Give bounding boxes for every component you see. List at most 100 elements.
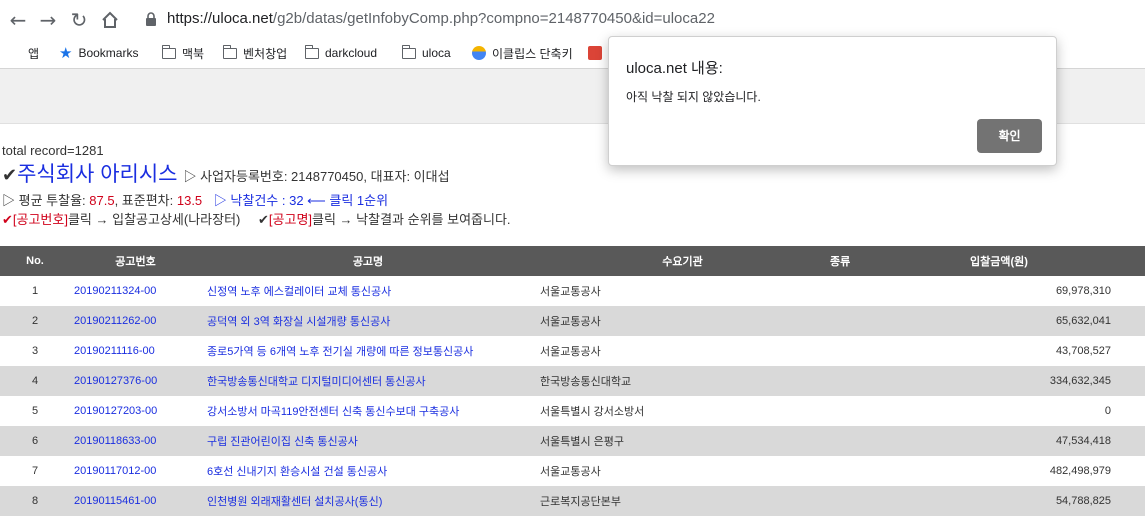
browser-toolbar: ← → ↻ https://uloca.net/g2b/datas/getInf… <box>0 0 1145 40</box>
bookmark-label: 맥북 <box>182 46 205 61</box>
folder-icon <box>304 44 319 59</box>
bookmark-eclipse[interactable]: 이클립스 단축키 <box>472 44 573 62</box>
demand-org: 서울교통공사 <box>540 346 601 358</box>
reload-icon[interactable]: ↻ <box>67 8 91 32</box>
company-name: 주식회사 아리시스 <box>17 163 178 186</box>
col-amount: 입찰금액(원) <box>970 256 1028 268</box>
bid-kind <box>830 426 930 456</box>
table-row: 4 20190127376-00 한국방송통신대학교 디지털미디어센터 통신공사 한국… <box>0 366 1145 396</box>
avg-label: ▷ 평균 투찰율: <box>2 193 90 208</box>
url-path: /g2b/datas/getInfobyComp.php?compno=2148… <box>272 10 715 27</box>
home-icon[interactable] <box>98 8 122 32</box>
bid-kind <box>830 396 930 426</box>
notice-title-link[interactable]: 인천병원 외래재활센터 설치공사(통신) <box>201 486 535 516</box>
site-favicon-icon <box>472 46 486 60</box>
notice-number-link[interactable]: 20190211116-00 <box>70 336 201 366</box>
bookmark-folder-venture[interactable]: 벤처창업 <box>222 44 287 62</box>
notice-number-link[interactable]: 20190127203-00 <box>70 396 201 426</box>
bookmark-red-favicon[interactable] <box>588 44 608 62</box>
demand-org: 서울특별시 강서소방서 <box>540 406 645 418</box>
notice-number-link[interactable]: 20190211262-00 <box>70 306 201 336</box>
row-no: 2 <box>31 315 39 327</box>
demand-org: 서울교통공사 <box>540 466 601 478</box>
bid-kind <box>830 306 930 336</box>
notice-title-link[interactable]: 공덕역 외 3역 화장실 시설개량 통신공사 <box>201 306 535 336</box>
notice-title-link[interactable]: 6호선 신내기지 환승시설 건설 통신공사 <box>201 456 535 486</box>
table-row: 7 20190117012-00 6호선 신내기지 환승시설 건설 통신공사 서울교통… <box>0 456 1145 486</box>
stats-line: ▷ 평균 투찰율: 87.5, 표준편차: 13.5 ▷ 낙찰건수 : 32 ⟵… <box>2 190 388 209</box>
folder-icon <box>161 44 176 59</box>
ok-button[interactable]: 확인 <box>977 119 1042 153</box>
checkmark-icon: ✔ <box>2 165 18 185</box>
bookmark-label: uloca <box>422 46 451 60</box>
table-row: 6 20190118633-00 구립 진관어린이집 신축 통신공사 서울특별시 은평… <box>0 426 1145 456</box>
bookmark-label: 앱 <box>28 46 40 61</box>
notice-title-link[interactable]: 구립 진관어린이집 신축 통신공사 <box>201 426 535 456</box>
folder-icon <box>222 44 237 59</box>
notice-title-link[interactable]: 신정역 노후 에스컬레이터 교체 통신공사 <box>201 276 535 306</box>
help-notice-title-text: 클릭 → 낙찰결과 순위를 보여줍니다. <box>312 212 511 227</box>
notice-number-link[interactable]: 20190118633-00 <box>70 426 201 456</box>
col-kind: 종류 <box>830 256 851 268</box>
col-title: 공고명 <box>352 256 384 268</box>
back-icon[interactable]: ← <box>6 8 30 32</box>
help-line: ✔[공고번호]클릭 → 입찰공고상세(나라장터) ✔[공고명]클릭 → 낙찰결과… <box>2 209 511 228</box>
bid-kind <box>830 456 930 486</box>
avg-value: 87.5 <box>89 193 115 208</box>
bid-amount: 43,708,527 <box>1055 345 1111 357</box>
bookmark-folder-macbook[interactable]: 맥북 <box>161 44 205 62</box>
bid-amount: 334,632,345 <box>1049 375 1111 387</box>
bid-kind <box>830 486 930 516</box>
table-row: 3 20190211116-00 종로5가역 등 6개역 노후 전기실 개량에 따른… <box>0 336 1145 366</box>
dialog-message: 아직 낙찰 되지 않았습니다. <box>626 90 761 104</box>
bid-kind <box>830 366 930 396</box>
demand-org: 한국방송통신대학교 <box>540 376 632 388</box>
notice-title-link[interactable]: 종로5가역 등 6개역 노후 전기실 개량에 따른 정보통신공사 <box>201 336 535 366</box>
demand-org: 서울교통공사 <box>540 316 601 328</box>
bookmark-label: 이클립스 단축키 <box>492 46 573 61</box>
bid-amount: 0 <box>1104 405 1111 417</box>
notice-title-link[interactable]: 강서소방서 마곡119안전센터 신축 통신수보대 구축공사 <box>201 396 535 426</box>
lock-icon <box>146 12 156 26</box>
notice-number-link[interactable]: 20190127376-00 <box>70 366 201 396</box>
bookmark-bookmarks[interactable]: ★ Bookmarks <box>59 44 138 62</box>
col-org: 수요기관 <box>662 256 703 268</box>
std-value: 13.5 <box>176 193 203 208</box>
notice-number-link[interactable]: 20190115461-00 <box>70 486 201 516</box>
help-notice-number-text: 클릭 → 입찰공고상세(나라장터) <box>67 212 241 227</box>
col-no: No. <box>26 255 44 267</box>
bid-amount: 69,978,310 <box>1055 285 1111 297</box>
row-no: 1 <box>31 285 39 297</box>
address-bar[interactable]: https://uloca.net/g2b/datas/getInfobyCom… <box>167 10 715 27</box>
bookmark-label: Bookmarks <box>78 46 139 60</box>
bid-amount: 47,534,418 <box>1055 435 1111 447</box>
bid-amount: 65,632,041 <box>1055 315 1111 327</box>
table-row: 2 20190211262-00 공덕역 외 3역 화장실 시설개량 통신공사 서울교… <box>0 306 1145 336</box>
notice-number-link[interactable]: 20190117012-00 <box>70 456 201 486</box>
win-count-link[interactable]: ▷ 낙찰건수 : 32 ⟵ 클릭 1순위 <box>214 193 388 208</box>
col-code: 공고번호 <box>115 256 156 268</box>
notice-number-link[interactable]: 20190211324-00 <box>70 276 201 306</box>
bookmark-label: darkcloud <box>325 46 378 60</box>
alert-dialog: uloca.net 내용: 아직 낙찰 되지 않았습니다. 확인 <box>608 36 1057 166</box>
demand-org: 근로복지공단본부 <box>540 496 621 508</box>
table-row: 5 20190127203-00 강서소방서 마곡119안전센터 신축 통신수보대 … <box>0 396 1145 426</box>
forward-icon[interactable]: → <box>36 8 60 32</box>
url-host: https://uloca.net <box>167 10 273 27</box>
total-record: total record=1281 <box>2 143 104 158</box>
row-no: 8 <box>31 495 39 507</box>
company-line: ✔ 주식회사 아리시스 ▷ 사업자등록번호: 2148770450, 대표자: … <box>2 158 450 188</box>
help-notice-title: [공고명] <box>268 212 313 227</box>
notice-title-link[interactable]: 한국방송통신대학교 디지털미디어센터 통신공사 <box>201 366 535 396</box>
bookmark-folder-uloca[interactable]: uloca <box>401 44 451 62</box>
table-header-row: No. 공고번호 공고명 수요기관 종류 입찰금액(원) <box>0 246 1145 276</box>
table-row: 8 20190115461-00 인천병원 외래재활센터 설치공사(통신) 근로복지공… <box>0 486 1145 516</box>
dialog-title: uloca.net 내용: <box>626 60 723 77</box>
star-icon: ★ <box>59 45 73 62</box>
bookmark-apps[interactable]: 앱 <box>8 44 39 62</box>
bookmark-folder-darkcloud[interactable]: darkcloud <box>304 44 378 62</box>
help-notice-number: ✔[공고번호] <box>2 212 68 227</box>
table-row: 1 20190211324-00 신정역 노후 에스컬레이터 교체 통신공사 서울교통… <box>0 276 1145 306</box>
row-no: 5 <box>31 405 39 417</box>
row-no: 7 <box>31 465 39 477</box>
